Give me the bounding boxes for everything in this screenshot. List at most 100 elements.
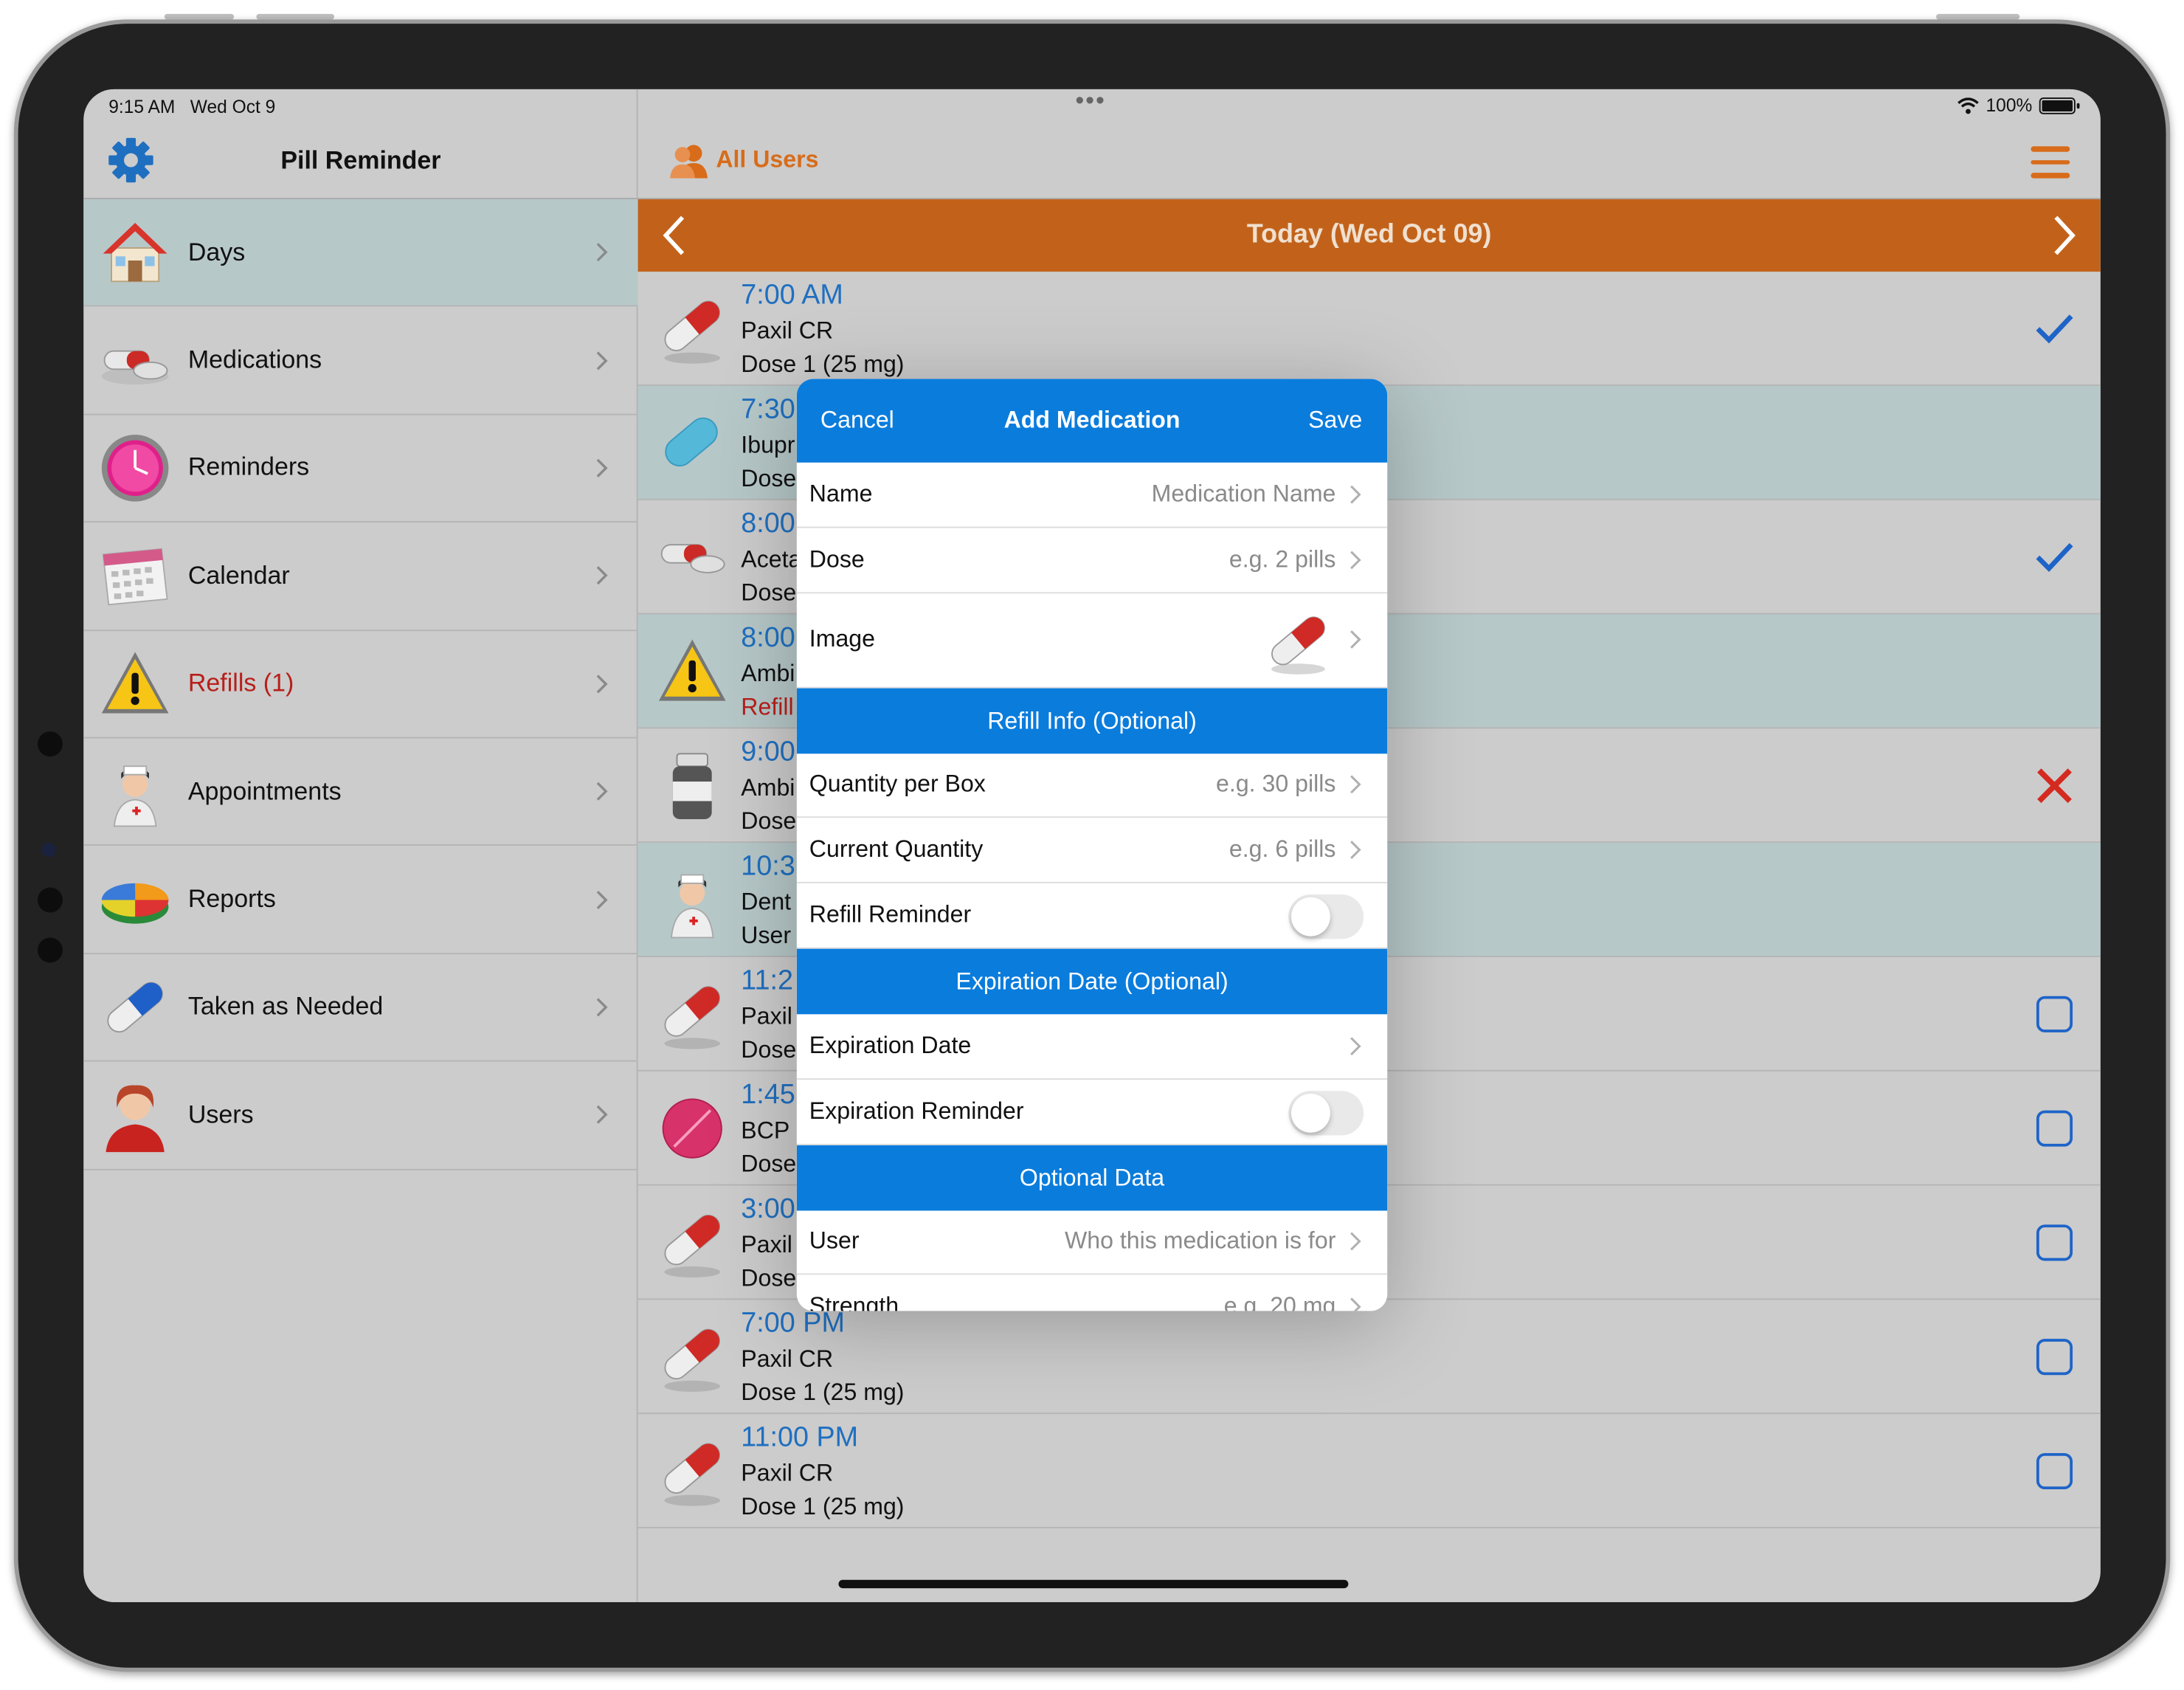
quantity-per-box-placeholder: e.g. 30 pills [1216,770,1336,798]
sidebar-item-calendar[interactable]: Calendar [83,522,638,631]
refill-reminder-label: Refill Reminder [809,901,972,928]
refill-reminder-row: Refill Reminder [796,883,1388,949]
schedule-row[interactable]: 11:00 PM Paxil CR Dose 1 (25 mg) [637,1414,2101,1528]
all-users-button[interactable]: All Users [668,142,818,179]
sidebar-item-users[interactable]: Users [83,1062,638,1170]
medication-name: Paxil CR [741,317,834,345]
warning-icon [658,639,726,701]
strength-field[interactable]: Strength e.g. 20 mg [797,1275,1387,1311]
quantity-per-box-field[interactable]: Quantity per Box e.g. 30 pills [796,753,1388,818]
expiration-reminder-label: Expiration Reminder [809,1097,1024,1124]
checkmark-icon[interactable] [2033,537,2076,579]
dose-field[interactable]: Dose e.g. 2 pills [796,528,1388,593]
dose-checkbox[interactable] [2036,1339,2073,1376]
close-x-icon[interactable] [2033,765,2076,807]
add-medication-dialog: Cancel Add Medication Save Name Medicati… [796,379,1388,1311]
tablet-blue-icon [665,417,718,467]
sidebar-item-days[interactable]: Days [83,199,638,308]
refill-reminder-toggle[interactable] [1288,894,1364,939]
dose-time: 11:00 PM [741,1422,859,1453]
dose-info: Dose [741,465,797,492]
chevron-right-icon [596,890,608,909]
pill-bottle-icon [672,753,712,820]
strength-label: Strength [809,1293,899,1311]
dose-time: 3:00 [741,1193,795,1225]
name-field[interactable]: Name Medication Name [796,463,1388,528]
sidebar-item-reminders[interactable]: Reminders [83,415,638,523]
day-title: Today (Wed Oct 09) [1246,220,1492,249]
sidebar-item-label: Calendar [187,561,290,590]
medication-name: Ambi [741,660,795,687]
chevron-right-icon [596,782,608,801]
user-field[interactable]: User Who this medication is for [796,1210,1388,1276]
pie-chart-icon [101,882,169,923]
dose-checkbox[interactable] [2036,996,2073,1032]
user-placeholder: Who this medication is for [1064,1228,1336,1255]
sidebar-item-appointments[interactable]: Appointments [83,738,638,846]
volume-button [164,13,235,20]
sensor-dot-2 [37,937,63,963]
nurse-icon [113,765,157,827]
sidebar-header: Pill Reminder [83,123,638,199]
capsule-red-icon [1271,615,1325,675]
dose-info: Dose [741,579,797,607]
medication-name: Ambi [741,774,795,801]
schedule-row[interactable]: 7:00 AM Paxil CR Dose 1 (25 mg) [637,272,2101,386]
day-navigation-bar: Today (Wed Oct 09) [637,199,2101,272]
quantity-per-box-label: Quantity per Box [809,770,986,798]
dose-info: Dose [741,1151,797,1178]
capsule-red-icon [664,986,720,1049]
schedule-row[interactable]: 7:00 PM Paxil CR Dose 1 (25 mg) [637,1300,2101,1415]
capsule-red-icon [664,1443,720,1506]
dose-label: Dose [809,545,865,573]
checkmark-icon[interactable] [2033,308,2076,350]
dose-time: 11:2 [741,965,794,996]
nurse-icon [670,874,714,939]
dose-time: 7:30 [741,394,795,425]
dose-time: 1:45 [741,1080,795,1111]
optional-data-section: Optional Data [796,1144,1388,1210]
chevron-right-icon [1350,1037,1361,1055]
chevron-right-icon[interactable] [2045,213,2081,258]
multitasking-dots-icon[interactable]: ••• [1075,89,1105,116]
dose-checkbox[interactable] [2036,1110,2073,1147]
strength-placeholder: e.g. 20 mg [1223,1293,1336,1311]
wifi-icon [1957,97,1979,114]
camera-dot [37,731,63,757]
sidebar-item-label: Days [187,238,246,266]
dose-checkbox[interactable] [2036,1224,2073,1261]
chevron-right-icon [1350,1232,1361,1252]
image-field[interactable]: Image [796,593,1388,688]
expiration-reminder-toggle[interactable] [1288,1090,1364,1136]
chevron-right-icon [596,674,608,693]
current-quantity-placeholder: e.g. 6 pills [1228,836,1336,863]
capsule-red-icon [664,1328,720,1392]
dose-info: Refill [741,694,794,720]
hamburger-menu-icon[interactable] [2031,146,2070,178]
sidebar-item-medications[interactable]: Medications [83,307,638,415]
capsule-blue-icon [107,982,163,1032]
expiration-date-field[interactable]: Expiration Date [796,1014,1388,1080]
sidebar-item-reports[interactable]: Reports [83,846,638,954]
dialog-title: Add Medication [1003,407,1181,434]
dose-info: User [741,922,792,949]
dose-time: 7:00 PM [741,1308,845,1339]
pills-icon [101,349,169,384]
current-quantity-field[interactable]: Current Quantity e.g. 6 pills [796,818,1388,884]
medication-name: Paxil [741,1003,792,1030]
page-title: Pill Reminder [280,146,441,174]
image-label: Image [809,625,876,652]
sidebar-item-refills[interactable]: Refills (1) [83,630,638,739]
sidebar-item-taken-as-needed[interactable]: Taken as Needed [83,954,638,1062]
sidebar-item-label: Refills (1) [187,669,294,697]
medication-name: Dent [741,889,792,916]
medication-name: Ibupr [741,432,795,459]
round-pill-pink-icon [662,1098,722,1159]
capsule-red-icon [664,300,720,364]
dose-info: Dose 1 (25 mg) [741,1379,905,1406]
save-button[interactable]: Save [1308,407,1362,435]
dose-checkbox[interactable] [2036,1452,2073,1490]
battery-percent: 100% [1986,94,2033,116]
screen: Pill Reminder Days Medications Reminders… [83,89,2101,1602]
home-indicator[interactable] [838,1579,1349,1589]
